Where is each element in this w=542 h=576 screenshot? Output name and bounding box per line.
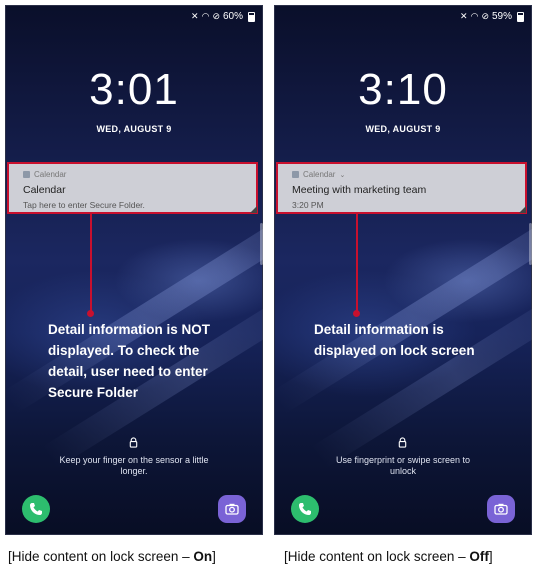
calendar-notification[interactable]: Calendar ⌄ Meeting with marketing team 3…	[276, 162, 527, 214]
caption-suffix: ]	[488, 549, 493, 564]
status-bar: ✕ ◠ ⊘ 59%	[460, 11, 524, 22]
callout-line: Detail information is NOT	[48, 322, 211, 337]
lock-date: WED, AUGUST 9	[96, 124, 172, 134]
lock-screen-right: ✕ ◠ ⊘ 59% 3:10 WED, AUGUST 9 Calendar ⌄ …	[274, 5, 532, 535]
wifi-icon: ◠	[470, 11, 479, 21]
phone-icon	[30, 503, 42, 515]
phone-icon	[299, 503, 311, 515]
mute-icon: ✕	[460, 11, 468, 21]
caption-prefix: [Hide content on lock screen –	[284, 549, 470, 564]
phone-shortcut[interactable]	[22, 495, 50, 523]
notification-app-name: Calendar	[303, 170, 336, 179]
battery-percent: 59%	[491, 11, 512, 22]
callout-line: detail, user need to enter	[48, 364, 208, 379]
caption-left: [Hide content on lock screen – On]	[8, 549, 216, 564]
callout-line: Secure Folder	[48, 385, 139, 400]
mute-icon: ✕	[191, 11, 199, 21]
unlock-hint: Keep your finger on the sensor a little …	[5, 455, 263, 477]
camera-icon	[494, 503, 508, 515]
chevron-down-icon[interactable]: ⌄	[339, 171, 345, 179]
unlock-hint-line: unlock	[389, 466, 416, 476]
unlock-hint: Use fingerprint or swipe screen to unloc…	[274, 455, 532, 477]
unlock-hint-line: Use fingerprint or swipe screen to	[335, 455, 471, 465]
callout-connector	[356, 214, 358, 313]
callout-text: Detail information is displayed on lock …	[314, 319, 475, 361]
notification-title: Calendar	[23, 184, 66, 196]
callout-text: Detail information is NOT displayed. To …	[48, 319, 210, 403]
status-bar: ✕ ◠ ⊘ 60%	[191, 11, 255, 22]
notification-corner	[250, 206, 257, 213]
battery-icon	[248, 11, 255, 22]
battery-percent: 60%	[222, 11, 243, 22]
notification-subtitle: Tap here to enter Secure Folder.	[23, 200, 145, 210]
calendar-app-icon	[23, 171, 30, 178]
calendar-notification[interactable]: Calendar Calendar Tap here to enter Secu…	[7, 162, 258, 214]
caption-right: [Hide content on lock screen – Off]	[284, 549, 493, 564]
notification-title: Meeting with marketing team	[292, 184, 427, 196]
caption-state: Off	[469, 549, 489, 564]
callout-line: displayed. To check the	[48, 343, 200, 358]
callout-dot	[87, 310, 94, 317]
no-disturb-icon: ⊘	[212, 11, 220, 21]
lock-clock: 3:01	[89, 65, 179, 114]
lock-screen-left: ✕ ◠ ⊘ 60% 3:01 WED, AUGUST 9 Calendar Ca…	[5, 5, 263, 535]
notification-header: Calendar	[23, 170, 66, 179]
lock-icon	[398, 437, 407, 448]
lock-icon	[129, 437, 138, 448]
lock-date: WED, AUGUST 9	[365, 124, 441, 134]
phone-shortcut[interactable]	[291, 495, 319, 523]
notification-header: Calendar ⌄	[292, 170, 345, 179]
unlock-hint-line: longer.	[120, 466, 148, 476]
battery-icon	[517, 11, 524, 22]
callout-connector	[90, 214, 92, 313]
camera-shortcut[interactable]	[218, 495, 246, 523]
lock-clock: 3:10	[358, 65, 448, 114]
caption-state: On	[193, 549, 213, 564]
callout-line: Detail information is	[314, 322, 444, 337]
no-disturb-icon: ⊘	[481, 11, 489, 21]
callout-dot	[353, 310, 360, 317]
camera-shortcut[interactable]	[487, 495, 515, 523]
notification-app-name: Calendar	[34, 170, 67, 179]
callout-line: displayed on lock screen	[314, 343, 475, 358]
camera-icon	[225, 503, 239, 515]
wifi-icon: ◠	[201, 11, 210, 21]
wallpaper-streak	[274, 222, 532, 414]
caption-prefix: [Hide content on lock screen –	[8, 549, 194, 564]
edge-panel-handle[interactable]	[529, 223, 532, 265]
edge-panel-handle[interactable]	[260, 223, 263, 265]
notification-subtitle: 3:20 PM	[292, 200, 324, 210]
notification-corner	[519, 206, 526, 213]
unlock-hint-line: Keep your finger on the sensor a little	[59, 455, 209, 465]
caption-suffix: ]	[212, 549, 216, 564]
calendar-app-icon	[292, 171, 299, 178]
